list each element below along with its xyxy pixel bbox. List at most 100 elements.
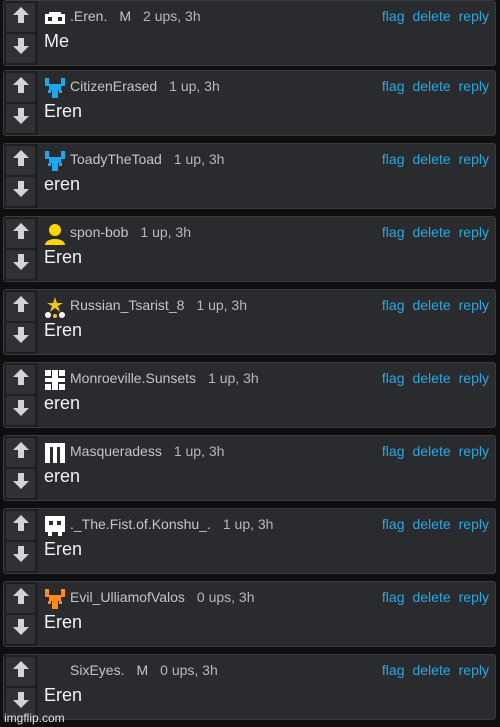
- reply-link[interactable]: reply: [459, 370, 489, 386]
- downvote-button[interactable]: [6, 323, 35, 352]
- mask-icon[interactable]: [43, 6, 67, 30]
- comment: ToadyTheToad 1 up, 3h flag delete reply …: [3, 143, 496, 209]
- username-link[interactable]: Masqueradess: [70, 443, 162, 459]
- comment: spon-bob 1 up, 3h flag delete reply Eren: [3, 216, 496, 282]
- comment-meta: spon-bob 1 up, 3h: [70, 222, 191, 242]
- delete-link[interactable]: delete: [412, 662, 450, 678]
- downvote-button[interactable]: [6, 396, 35, 425]
- downvote-button[interactable]: [6, 34, 35, 63]
- arrow-down-icon: [12, 180, 30, 203]
- vote-column: [4, 509, 39, 573]
- upvote-button[interactable]: [6, 584, 35, 613]
- downvote-button[interactable]: [6, 469, 35, 498]
- delete-link[interactable]: delete: [412, 8, 450, 24]
- flag-link[interactable]: flag: [382, 8, 405, 24]
- downvote-button[interactable]: [6, 177, 35, 206]
- pixel-critter-icon[interactable]: [43, 587, 67, 611]
- delete-link[interactable]: delete: [412, 224, 450, 240]
- flag-link[interactable]: flag: [382, 589, 405, 605]
- stars-icon[interactable]: [43, 295, 67, 319]
- username-link[interactable]: .Eren.: [70, 8, 107, 24]
- delete-link[interactable]: delete: [412, 589, 450, 605]
- pixel-bars-icon[interactable]: [43, 441, 67, 465]
- reply-link[interactable]: reply: [459, 224, 489, 240]
- comment-text: eren: [44, 466, 81, 486]
- comment-text: Eren: [44, 101, 83, 121]
- reply-link[interactable]: reply: [459, 516, 489, 532]
- flag-link[interactable]: flag: [382, 297, 405, 313]
- reply-link[interactable]: reply: [459, 662, 489, 678]
- username-link[interactable]: SixEyes.: [70, 662, 124, 678]
- arrow-up-icon: [12, 441, 30, 464]
- delete-link[interactable]: delete: [412, 78, 450, 94]
- upvote-button[interactable]: [6, 365, 35, 394]
- comment-text: Me: [44, 31, 70, 51]
- vote-column: [4, 436, 39, 500]
- pixel-critter-icon[interactable]: [43, 149, 67, 173]
- upvote-button[interactable]: [6, 511, 35, 540]
- upvote-button[interactable]: [6, 438, 35, 467]
- mod-badge: M: [136, 662, 149, 678]
- username-link[interactable]: ToadyTheToad: [70, 151, 162, 167]
- reply-link[interactable]: reply: [459, 297, 489, 313]
- comment: Masqueradess 1 up, 3h flag delete reply …: [3, 435, 496, 501]
- pixel-critter-icon[interactable]: [43, 76, 67, 100]
- upvote-button[interactable]: [6, 3, 35, 32]
- username-link[interactable]: Evil_UlliamofValos: [70, 589, 185, 605]
- upvote-button[interactable]: [6, 657, 35, 686]
- downvote-button[interactable]: [6, 104, 35, 133]
- avatar-placeholder[interactable]: [43, 660, 67, 684]
- flag-link[interactable]: flag: [382, 370, 405, 386]
- points-time: 1 up, 3h: [222, 516, 274, 532]
- flag-link[interactable]: flag: [382, 78, 405, 94]
- comment-actions: flag delete reply: [382, 514, 489, 534]
- reply-link[interactable]: reply: [459, 443, 489, 459]
- points-time: 1 up, 3h: [169, 78, 220, 94]
- username-link[interactable]: spon-bob: [70, 224, 128, 240]
- reply-link[interactable]: reply: [459, 151, 489, 167]
- arrow-up-icon: [12, 368, 30, 391]
- comment: Monroeville.Sunsets 1 up, 3h flag delete…: [3, 362, 496, 428]
- upvote-button[interactable]: [6, 146, 35, 175]
- username-link[interactable]: CitizenErased: [70, 78, 157, 94]
- flag-link[interactable]: flag: [382, 662, 405, 678]
- comment-text: Eren: [44, 685, 83, 705]
- comment: Russian_Tsarist_8 1 up, 3h flag delete r…: [3, 289, 496, 355]
- arrow-down-icon: [12, 253, 30, 276]
- reply-link[interactable]: reply: [459, 8, 489, 24]
- pixel-face-icon[interactable]: [43, 514, 67, 538]
- reply-link[interactable]: reply: [459, 589, 489, 605]
- reply-link[interactable]: reply: [459, 78, 489, 94]
- upvote-button[interactable]: [6, 219, 35, 248]
- flag-link[interactable]: flag: [382, 151, 405, 167]
- vote-column: [4, 655, 39, 719]
- comment-actions: flag delete reply: [382, 441, 489, 461]
- comment: ._The.Fist.of.Konshu_. 1 up, 3h flag del…: [3, 508, 496, 574]
- comment-actions: flag delete reply: [382, 76, 489, 96]
- comment-text: Eren: [44, 539, 83, 559]
- delete-link[interactable]: delete: [412, 443, 450, 459]
- arrow-down-icon: [12, 618, 30, 641]
- downvote-button[interactable]: [6, 542, 35, 571]
- delete-link[interactable]: delete: [412, 297, 450, 313]
- username-link[interactable]: Russian_Tsarist_8: [70, 297, 184, 313]
- comment-meta: Monroeville.Sunsets 1 up, 3h: [70, 368, 259, 388]
- person-icon[interactable]: [43, 222, 67, 246]
- comment-meta: Masqueradess 1 up, 3h: [70, 441, 224, 461]
- arrow-down-icon: [12, 399, 30, 422]
- flag-link[interactable]: flag: [382, 516, 405, 532]
- username-link[interactable]: Monroeville.Sunsets: [70, 370, 196, 386]
- upvote-button[interactable]: [6, 292, 35, 321]
- delete-link[interactable]: delete: [412, 370, 450, 386]
- pixel-grid-icon[interactable]: [43, 368, 67, 392]
- upvote-button[interactable]: [6, 73, 35, 102]
- username-link[interactable]: ._The.Fist.of.Konshu_.: [70, 516, 211, 532]
- delete-link[interactable]: delete: [412, 151, 450, 167]
- points-time: 1 up, 3h: [173, 443, 225, 459]
- downvote-button[interactable]: [6, 250, 35, 279]
- flag-link[interactable]: flag: [382, 443, 405, 459]
- delete-link[interactable]: delete: [412, 516, 450, 532]
- flag-link[interactable]: flag: [382, 224, 405, 240]
- comment-meta: SixEyes. M 0 ups, 3h: [70, 660, 218, 680]
- downvote-button[interactable]: [6, 615, 35, 644]
